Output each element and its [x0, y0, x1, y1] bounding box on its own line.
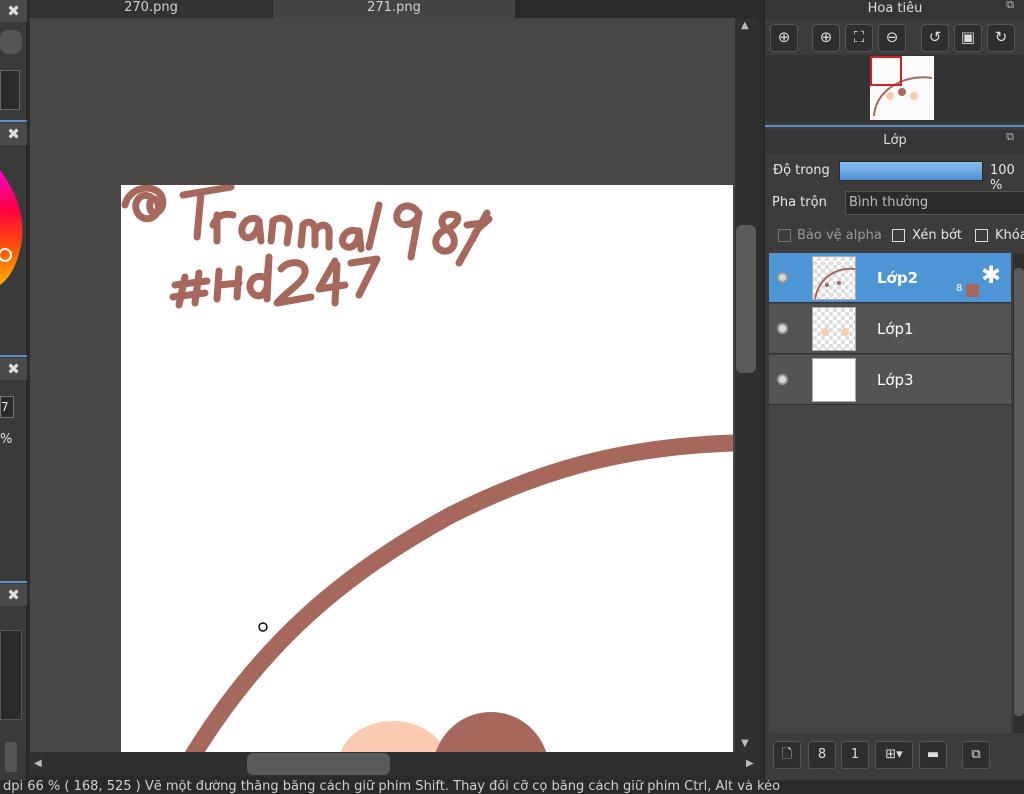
layer-row-lop2[interactable]: Lớp2 8 ✱ [769, 253, 1011, 303]
layer-list-scroll-thumb[interactable] [1014, 268, 1024, 716]
layer-thumbnail [812, 307, 856, 351]
layer-thumbnail [812, 358, 856, 402]
blend-label: Pha trộn [772, 195, 827, 210]
visibility-icon[interactable] [777, 323, 788, 334]
clipping-label: Xén bớt [912, 228, 962, 243]
layer-color-swatch [966, 284, 979, 297]
navigator-thumbnail[interactable] [870, 56, 934, 120]
scroll-thumb[interactable] [0, 30, 22, 54]
right-panel: Hoa tiêu ⧉ ⊕ ⊕ ⛶ ⊖ ↺ ▣ ↻ Lớp ⧉ Độ trong … [764, 0, 1024, 780]
clipping-checkbox[interactable] [892, 229, 905, 242]
layer-list: Lớp2 8 ✱ Lớp1 Lớp3 [769, 253, 1011, 733]
protect-alpha-checkbox[interactable] [778, 229, 791, 242]
layer-thumbnail [812, 256, 856, 300]
panel-divider [0, 355, 27, 357]
add-layer-menu-icon[interactable]: ⊞▾ [875, 741, 913, 769]
layer-name: Lớp2 [877, 269, 919, 287]
protect-alpha-label: Bảo vệ alpha [797, 228, 882, 243]
scroll-right-icon[interactable]: ▶ [746, 758, 754, 769]
scroll-left-icon[interactable]: ◀ [34, 758, 42, 769]
vertical-scrollbar[interactable] [735, 18, 759, 758]
gear-icon[interactable]: ✱ [981, 263, 1001, 287]
popout-icon[interactable]: ⧉ [1006, 0, 1014, 12]
slider-track[interactable] [0, 630, 22, 720]
panel-divider [765, 125, 1024, 127]
tab-270[interactable]: 270.png [30, 0, 272, 18]
navigator-preview-area[interactable] [766, 55, 1024, 122]
panel-divider [0, 120, 27, 122]
fit-window-icon[interactable]: ⛶ [845, 24, 873, 52]
lock-checkbox[interactable] [975, 229, 988, 242]
folder-icon[interactable]: ▬ [919, 741, 947, 769]
new-8bit-layer-icon[interactable]: 8 [808, 741, 836, 769]
status-bar: dpi 66 % ( 168, 525 ) Vẽ một đường thẳng… [0, 780, 1024, 794]
artwork [121, 185, 733, 752]
fit-screen-icon[interactable]: ▣ [954, 24, 982, 52]
zoom-in-icon[interactable]: ⊕ [812, 24, 840, 52]
duplicate-layer-icon[interactable]: ⧉ [962, 741, 990, 769]
layers-title: Lớp [765, 130, 1024, 154]
opacity-slider[interactable] [839, 161, 983, 181]
horizontal-scrollbar[interactable] [30, 752, 760, 776]
value-field[interactable]: 7 [0, 396, 14, 418]
new-layer-icon[interactable]: 🗋 [773, 741, 801, 769]
close-icon[interactable]: ✖ [0, 0, 27, 22]
panel-box [0, 70, 20, 110]
layer-name: Lớp3 [877, 371, 914, 389]
navigator-title: Hoa tiêu [765, 0, 1024, 20]
horizontal-scroll-thumb[interactable] [247, 753, 390, 775]
blend-mode-value: Bình thường [849, 195, 929, 210]
layer-name: Lớp1 [877, 320, 914, 338]
color-wheel[interactable] [0, 170, 27, 290]
panel-divider [0, 581, 27, 583]
close-icon[interactable]: ✖ [0, 584, 27, 606]
scroll-up-icon[interactable]: ▲ [741, 20, 749, 31]
layer-row-lop3[interactable]: Lớp3 [769, 355, 1011, 405]
new-1bit-layer-icon[interactable]: 1 [841, 741, 869, 769]
percent-label: % [0, 432, 13, 447]
scroll-down-icon[interactable]: ▼ [741, 738, 749, 749]
document-tabs: 270.png 271.png [30, 0, 765, 18]
rotate-left-icon[interactable]: ↺ [921, 24, 949, 52]
layer-badge: 8 [956, 283, 963, 294]
popout-icon[interactable]: ⧉ [1006, 130, 1014, 144]
vertical-scroll-thumb[interactable] [736, 225, 756, 373]
tab-271[interactable]: 271.png [273, 0, 515, 18]
layer-row-lop1[interactable]: Lớp1 [769, 304, 1011, 354]
zoom-actual-icon[interactable]: ⊕ [770, 24, 798, 52]
rotate-right-icon[interactable]: ↻ [987, 24, 1015, 52]
close-icon[interactable]: ✖ [0, 358, 27, 380]
left-side-panels: ✖ ✖ ✖ 7 % ✖ [0, 0, 27, 780]
zoom-out-icon[interactable]: ⊖ [878, 24, 906, 52]
drawing-canvas[interactable] [121, 185, 733, 752]
opacity-value: 100 % [990, 163, 1015, 193]
close-icon[interactable]: ✖ [0, 123, 27, 145]
visibility-icon[interactable] [777, 272, 788, 283]
opacity-label: Độ trong [773, 163, 830, 178]
scroll-thumb[interactable] [5, 742, 17, 772]
visibility-icon[interactable] [777, 374, 788, 385]
blend-mode-select[interactable]: Bình thường [845, 191, 1024, 215]
lock-label: Khóa [995, 228, 1024, 243]
